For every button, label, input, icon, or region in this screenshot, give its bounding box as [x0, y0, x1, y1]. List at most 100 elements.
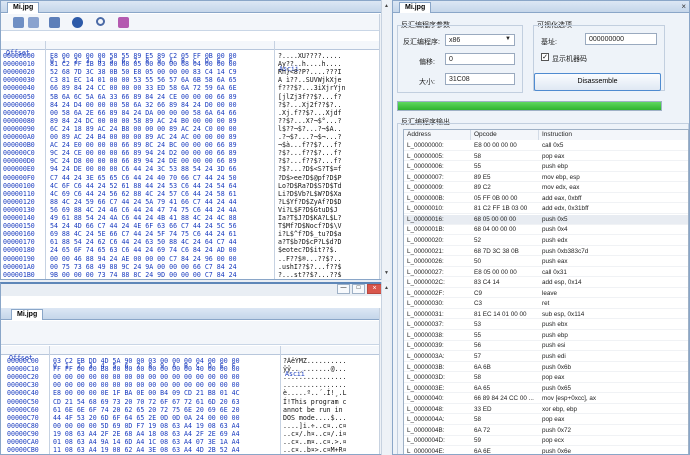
scroll-up-icon[interactable]: ▲ [383, 285, 390, 292]
hex-row[interactable]: 00000C90 19 08 63 A4 2F 2E 68 A4 18 08 63… [1, 430, 381, 438]
table-row[interactable]: L_00000037: 53 push ebx [404, 320, 688, 331]
main-vertical-scrollbar[interactable]: ▲ ▼ [381, 0, 390, 280]
table-row[interactable]: L_0000003E: 6A 65 push 0x65 [404, 384, 688, 394]
table-row[interactable]: L_00000006: 55 push ebp [404, 162, 688, 172]
hex-row[interactable]: 00000080 89 84 24 DC 00 00 00 58 89 AC 24… [1, 117, 381, 125]
hex-row[interactable]: 00000100 4C 6F C6 44 24 52 61 88 44 24 53… [1, 182, 381, 190]
table-row[interactable]: L_00000020: 52 push edx [404, 236, 688, 246]
top-hex-rows[interactable]: 00000000 E8 00 00 00 00 58 55 89 E5 89 C2… [1, 52, 381, 277]
table-row[interactable]: L_0000003D: 58 pop eax [404, 373, 688, 383]
table-row[interactable]: L_00000021: 68 7D 3C 38 0B push 0xb383c7d [404, 247, 688, 257]
size-input[interactable]: 31C08 [445, 73, 515, 85]
hex-row[interactable]: 00000CB0 11 08 63 A4 19 08 62 A4 3E 08 63… [1, 446, 381, 454]
hex-row[interactable]: 00000110 4C 69 C6 44 24 56 62 88 4C 24 57… [1, 190, 381, 198]
maximize-button[interactable]: □ [352, 284, 365, 294]
table-row[interactable]: L_0000002F: C9 leave [404, 289, 688, 299]
row-offset: 00000040 [3, 84, 35, 93]
base-input[interactable]: 000000000 [585, 33, 657, 45]
top-file-tab[interactable]: Mi.jpg [7, 2, 40, 13]
hex-row[interactable]: 00000150 54 24 4D 66 C7 44 24 4E 6F 63 66… [1, 222, 381, 230]
export-icon[interactable] [49, 17, 60, 28]
column-header-instruction[interactable]: Instruction [539, 130, 688, 140]
copy-icon[interactable] [13, 17, 24, 28]
table-row[interactable]: L_00000016: 68 05 00 00 00 push 0x5 [404, 214, 688, 225]
hex-row[interactable]: 00000CA0 01 08 63 A4 9A 14 6D A4 1C 08 63… [1, 438, 381, 446]
scroll-up-icon[interactable]: ▲ [383, 3, 390, 10]
table-row[interactable]: L_00000026: 50 push eax [404, 257, 688, 267]
column-header-address[interactable]: Address [404, 130, 471, 140]
hex-row[interactable]: 00000C60 61 6E 6E 6F 74 20 62 65 20 72 75… [1, 406, 381, 414]
table-row[interactable]: L_00000039: 56 push esi [404, 341, 688, 352]
hex-row[interactable]: 00000050 5B 6A 6C 5A 6A 33 66 89 84 24 CE… [1, 93, 381, 101]
hex-row[interactable]: 00000010 81 C2 FF 1B 03 00 68 05 00 00 00… [1, 60, 381, 68]
table-row[interactable]: L_0000003B: 6A 6B push 0x6b [404, 363, 688, 373]
table-row[interactable]: L_00000000: E8 00 00 00 00 call 0x5 [404, 141, 688, 151]
table-row[interactable]: L_0000001B: 68 04 00 00 00 push 0x4 [404, 225, 688, 236]
right-file-tab[interactable]: Mi.jpg [399, 2, 432, 13]
table-row[interactable]: L_00000009: 89 C2 mov edx, eax [404, 183, 688, 193]
refresh-icon[interactable] [72, 17, 83, 28]
show-machine-code-checkbox[interactable]: ✓ [541, 53, 549, 61]
table-row[interactable]: L_00000038: 55 push ebp [404, 331, 688, 341]
hex-row[interactable]: 00000C20 00 00 00 00 00 00 00 00 00 00 00… [1, 373, 381, 381]
disassembly-table[interactable]: Address Opcode Instruction L_00000000: E8… [403, 129, 689, 454]
hex-row[interactable]: 00000120 88 4C 24 59 66 C7 44 24 5A 79 41… [1, 198, 381, 206]
table-row[interactable]: L_0000004D: 59 pop ecx [404, 436, 688, 447]
hex-row[interactable]: 00000060 84 24 D4 00 00 00 58 6A 32 66 89… [1, 101, 381, 109]
disassembler-select[interactable]: x86 ▼ [445, 34, 515, 46]
table-row[interactable]: L_00000040: 66 89 84 24 CC 00 ... mov [esp… [404, 394, 688, 404]
table-row[interactable]: L_0000000B: 05 FF 0B 00 00 add eax, 0xbff [404, 194, 688, 204]
hex-row[interactable]: 00000C00 03 C2 EB DD 4D 5A 90 00 03 00 00… [1, 357, 381, 365]
hex-row[interactable]: 000000B0 AC 24 E0 00 00 00 66 89 8C 24 BC… [1, 141, 381, 149]
hex-row[interactable]: 000001A0 00 75 73 68 49 88 9C 24 9A 00 00… [1, 263, 381, 271]
scroll-down-icon[interactable]: ▼ [383, 270, 390, 277]
minimize-button[interactable]: — [337, 284, 350, 294]
close-window-button[interactable]: × [367, 284, 382, 294]
bottom-hex-rows[interactable]: 00000C00 03 C2 EB DD 4D 5A 90 00 03 00 00… [1, 357, 381, 454]
hex-row[interactable]: 00000030 C3 81 EC 14 01 00 00 53 55 56 57… [1, 76, 381, 84]
hex-row[interactable]: 00000C80 00 00 00 00 5D 69 0D F7 19 08 63… [1, 422, 381, 430]
close-tab-icon[interactable]: × [681, 2, 686, 11]
hex-row[interactable]: 00000040 66 89 84 24 CC 00 00 00 33 ED 58… [1, 84, 381, 92]
hex-row[interactable]: 00000170 61 88 54 24 62 C6 44 24 63 50 88… [1, 238, 381, 246]
hex-row[interactable]: 000000C0 9C 24 CE 00 00 00 66 89 94 24 D2… [1, 149, 381, 157]
hex-row[interactable]: 00000130 56 69 88 4C 24 46 C6 44 24 47 74… [1, 206, 381, 214]
column-header-opcode[interactable]: Opcode [471, 130, 539, 140]
hex-row[interactable]: 00000190 00 00 46 88 94 24 AE 00 00 00 C7… [1, 255, 381, 263]
offset-input[interactable]: 0 [445, 53, 515, 65]
table-row[interactable]: L_00000027: E8 05 00 00 00 call 0x31 [404, 268, 688, 278]
table-row[interactable]: L_00000007: 89 E5 mov ebp, esp [404, 173, 688, 183]
table-row[interactable]: L_0000003A: 57 push edi [404, 352, 688, 362]
hex-row[interactable]: 000000D0 9C 24 D8 00 00 00 66 89 94 24 DE… [1, 157, 381, 165]
hex-row[interactable]: 00000C40 E8 00 00 00 0E 1F BA 0E 00 B4 09… [1, 389, 381, 397]
hex-row[interactable]: 000000F0 C7 44 24 3E 65 65 C6 44 24 40 70… [1, 174, 381, 182]
hex-row[interactable]: 00000160 69 88 4C 24 5E 66 C7 44 24 5F 74… [1, 230, 381, 238]
hex-row[interactable]: 00000070 00 58 6A 2E 66 89 84 24 DA 00 00… [1, 109, 381, 117]
bottom-file-tab[interactable]: Mi.jpg [11, 309, 44, 320]
hex-row[interactable]: 000000E0 94 24 DE 00 00 00 C6 44 24 3C 53… [1, 165, 381, 173]
hex-row[interactable]: 00000180 24 65 6F 74 65 63 C6 44 24 69 74… [1, 246, 381, 254]
hex-row[interactable]: 00000090 6C 24 18 89 AC 24 B8 00 00 00 89… [1, 125, 381, 133]
table-row[interactable]: L_00000005: 58 pop eax [404, 152, 688, 162]
disassemble-button[interactable]: Disassemble [534, 73, 661, 91]
hex-row[interactable]: 00000C10 FF FF 00 00 B8 00 00 00 00 00 00… [1, 365, 381, 373]
table-row[interactable]: L_0000004A: 58 pop eax [404, 415, 688, 425]
paste-icon[interactable] [28, 17, 39, 28]
settings-icon[interactable] [118, 17, 129, 28]
hex-row[interactable]: 00000140 49 61 88 54 24 4A C6 44 24 4B 41… [1, 214, 381, 222]
table-row[interactable]: L_00000030: C3 ret [404, 299, 688, 309]
table-row[interactable]: L_00000010: 81 C2 FF 1B 03 00 add edx, 0x3… [404, 204, 688, 214]
hex-row[interactable]: 00000C70 44 4F 53 20 6D 6F 64 65 2E 0D 0D… [1, 414, 381, 422]
search-icon[interactable] [96, 17, 105, 26]
hex-row[interactable]: 00000000 E8 00 00 00 00 58 55 89 E5 89 C2… [1, 52, 381, 60]
hex-row[interactable]: 000001B0 9B 00 00 00 73 74 88 8C 24 9D 00… [1, 271, 381, 277]
table-row[interactable]: L_0000004B: 6A 72 push 0x72 [404, 426, 688, 436]
lower-vertical-scrollbar[interactable]: ▲ [381, 282, 390, 455]
table-row[interactable]: L_00000031: 81 EC 14 01 00 00 sub esp, 0x1… [404, 310, 688, 320]
hex-row[interactable]: 000000A0 00 89 AC 24 B4 00 00 00 89 AC 24… [1, 133, 381, 141]
table-row[interactable]: L_00000048: 33 ED xor ebp, ebp [404, 405, 688, 415]
hex-row[interactable]: 00000C50 CD 21 54 68 69 73 20 70 72 6F 67… [1, 398, 381, 406]
table-row[interactable]: L_0000004E: 6A 6E push 0x6e [404, 447, 688, 454]
hex-row[interactable]: 00000020 52 68 7D 3C 38 0B 50 E8 05 00 00… [1, 68, 381, 76]
table-row[interactable]: L_0000002C: 83 C4 14 add esp, 0x14 [404, 278, 688, 288]
